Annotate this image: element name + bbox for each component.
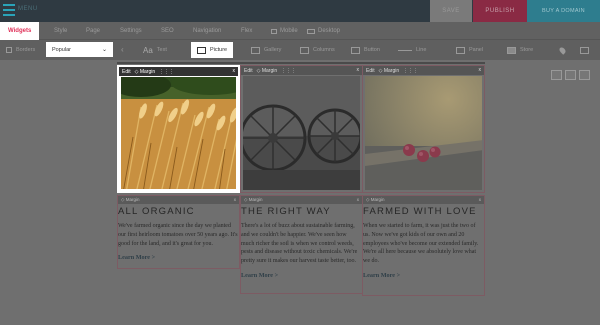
tab-style[interactable]: Style [54, 22, 67, 40]
widget-category-select[interactable]: Popular ⌄ [46, 42, 113, 57]
widget-edit-bar: Edit ◇ Margin ⋮⋮⋮ x [363, 66, 484, 75]
text-widget-3[interactable]: ◇ Margin x FARMED WITH LOVE When we start… [362, 195, 485, 296]
widget-edit-bar: Edit ◇ Margin ⋮⋮⋮ x [241, 66, 362, 75]
top-bar: MENU SAVE PUBLISH BUY A DOMAIN [0, 0, 600, 22]
widget-button[interactable]: Button [351, 40, 380, 60]
column-body: There's a lot of buzz about sustainable … [241, 223, 358, 265]
column-heading: ALL ORGANIC [118, 206, 195, 217]
edit-button[interactable]: Edit [244, 68, 253, 74]
tab-navigation[interactable]: Navigation [193, 22, 221, 40]
learn-more-link[interactable]: Learn More > [363, 266, 484, 279]
text-edit-bar: ◇ Margin x [118, 196, 239, 204]
chevron-down-icon: ⌄ [101, 47, 107, 53]
picture-icon [197, 46, 206, 54]
drag-handle-icon[interactable]: ⋮⋮⋮ [403, 68, 418, 74]
raspberries-photo [365, 76, 482, 190]
buy-domain-button[interactable]: BUY A DOMAIN [527, 0, 600, 22]
columns-icon [300, 46, 309, 54]
margin-button[interactable]: ◇ Margin [135, 69, 156, 75]
tab-settings[interactable]: Settings [120, 22, 142, 40]
drag-handle-icon[interactable]: ⋮⋮⋮ [159, 69, 174, 75]
picture-widget[interactable]: Edit ◇ Margin ⋮⋮⋮ x [362, 65, 485, 193]
margin-button[interactable]: ◇ Margin [257, 68, 278, 74]
close-icon[interactable]: x [233, 68, 236, 74]
button-icon [351, 46, 360, 54]
wheat-field-photo [121, 77, 236, 189]
margin-button[interactable]: ◇ Margin [379, 68, 400, 74]
close-icon[interactable]: x [479, 67, 482, 73]
margin-button[interactable]: ◇ Margin [366, 197, 384, 203]
widget-panel[interactable]: Panel [456, 40, 483, 60]
close-icon[interactable]: x [357, 67, 360, 73]
line-icon [398, 49, 412, 51]
more-widgets-icon [580, 46, 589, 54]
column-heading: THE RIGHT WAY [241, 206, 331, 217]
text-icon: Aa [143, 45, 153, 55]
borders-icon [6, 47, 12, 53]
tab-flex[interactable]: Flex [241, 22, 252, 40]
widget-columns[interactable]: Columns [300, 40, 335, 60]
column-heading: FARMED WITH LOVE [363, 206, 477, 217]
tab-widgets[interactable]: Widgets [0, 22, 40, 40]
learn-more-link[interactable]: Learn More > [118, 248, 239, 261]
edit-button[interactable]: Edit [366, 68, 375, 74]
text-widget-1[interactable]: ◇ Margin x ALL ORGANIC We've farmed organ… [117, 195, 240, 270]
widget-store[interactable]: Store [507, 40, 533, 60]
widget-text[interactable]: Aa Text [143, 40, 167, 60]
tab-desktop[interactable]: Desktop [307, 22, 340, 40]
map-pin-icon[interactable] [558, 40, 567, 60]
tab-page[interactable]: Page [86, 22, 100, 40]
publish-button[interactable]: PUBLISH [473, 0, 527, 22]
text-widget-2[interactable]: ◇ Margin x THE RIGHT WAY There's a lot of… [240, 195, 363, 294]
picture-widget[interactable]: Edit ◇ Margin ⋮⋮⋮ x [240, 65, 363, 193]
widget-edit-bar: Edit ◇ Margin ⋮⋮⋮ x [119, 67, 238, 76]
text-edit-bar: ◇ Margin x [241, 196, 362, 204]
panel-icon [456, 46, 465, 54]
widget-line[interactable]: Line [398, 40, 426, 60]
learn-more-link[interactable]: Learn More > [241, 266, 362, 279]
column-body: When we started to farm, it was just the… [363, 223, 479, 265]
canvas-side-tools [551, 70, 590, 80]
borders-toggle[interactable]: Borders [6, 40, 35, 60]
drag-handle-icon[interactable]: ⋮⋮⋮ [281, 68, 296, 74]
gallery-icon [251, 46, 260, 54]
margin-button[interactable]: ◇ Margin [244, 197, 262, 203]
close-icon[interactable]: x [234, 197, 236, 202]
settings-icon[interactable] [565, 70, 576, 80]
widget-more[interactable] [580, 40, 589, 60]
column-body: We've farmed organic since the day we pl… [118, 223, 238, 247]
tab-seo[interactable]: SEO [161, 22, 174, 40]
margin-button[interactable]: ◇ Margin [121, 197, 139, 203]
text-edit-bar: ◇ Margin x [363, 196, 484, 204]
save-button[interactable]: SAVE [430, 0, 472, 22]
editor-tabs: Widgets Style Page Settings SEO Navigati… [0, 22, 600, 40]
tab-mobile[interactable]: Mobile [271, 22, 298, 40]
chevron-left-icon[interactable]: ‹ [121, 45, 124, 54]
delete-icon[interactable] [579, 70, 590, 80]
store-icon [507, 46, 516, 54]
duplicate-icon[interactable] [551, 70, 562, 80]
edit-button[interactable]: Edit [122, 69, 131, 75]
widget-picture[interactable]: Picture [191, 42, 234, 58]
picture-widget-selected[interactable]: Edit ◇ Margin ⋮⋮⋮ x [117, 65, 240, 193]
mobile-icon [271, 28, 277, 34]
widget-gallery[interactable]: Gallery [251, 40, 281, 60]
desktop-icon [307, 28, 315, 34]
widget-toolbar: Borders Popular ⌄ ‹ Aa Text Picture Galler… [0, 40, 600, 60]
hamburger-menu-icon[interactable] [3, 4, 15, 16]
close-icon[interactable]: x [479, 197, 481, 202]
close-icon[interactable]: x [357, 197, 359, 202]
wagon-wheel-photo [243, 76, 360, 190]
menu-label[interactable]: MENU [18, 6, 38, 12]
section-divider [117, 62, 485, 64]
